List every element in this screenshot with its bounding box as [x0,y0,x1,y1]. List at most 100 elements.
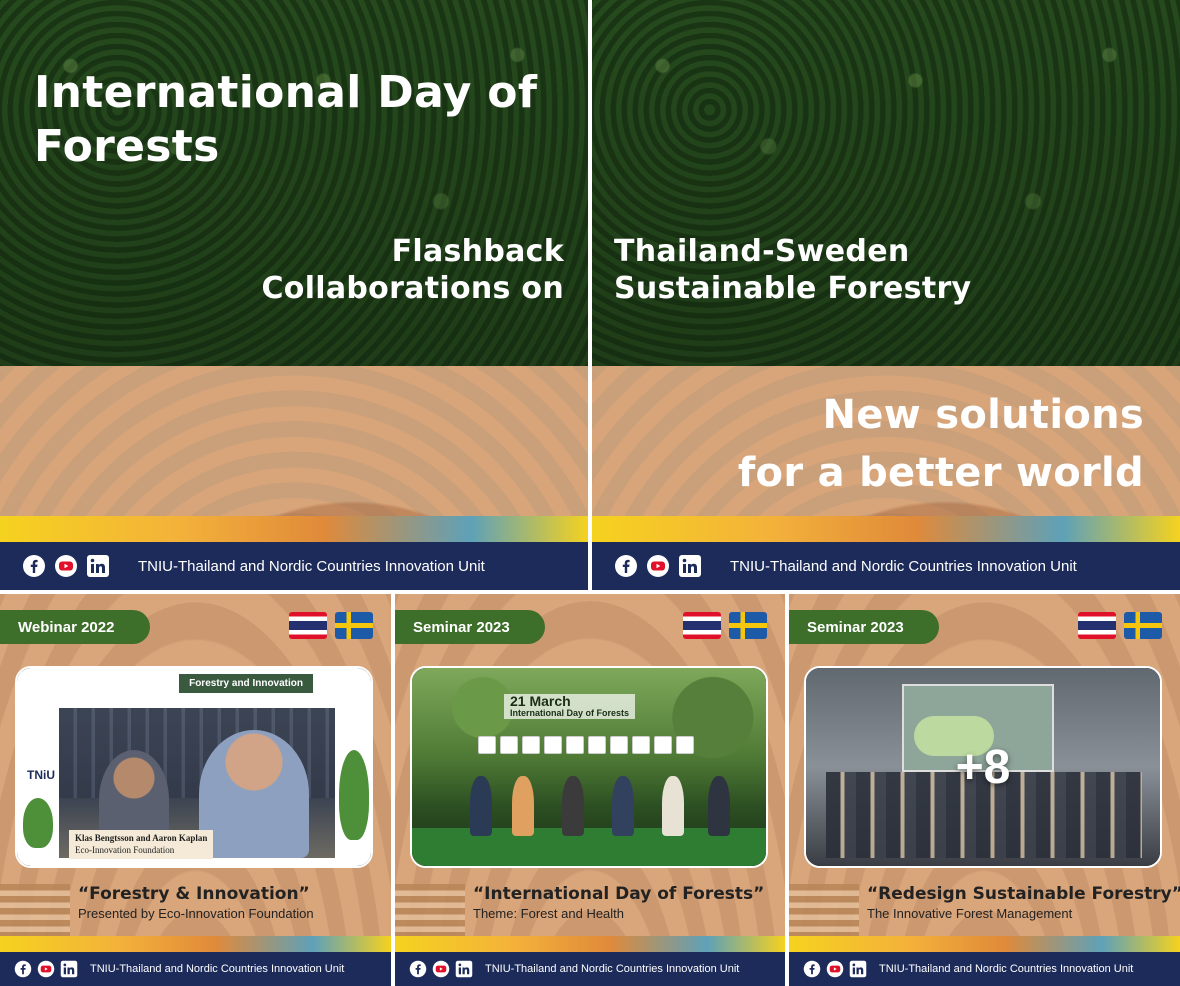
sponsor-logo [676,736,694,754]
card-subtitle: The Innovative Forest Management [867,906,1073,921]
tagline: New solutions for a better world [604,386,1144,502]
footer-bar: TNIU-Thailand and Nordic Countries Innov… [0,542,588,590]
org-name: TNIU-Thailand and Nordic Countries Innov… [730,557,1077,575]
youtube-icon[interactable] [37,960,55,978]
sweden-flag-icon [1124,612,1162,639]
speaker-org: Eco-Innovation Foundation [75,844,175,855]
org-name: TNIU-Thailand and Nordic Countries Innov… [138,557,485,575]
event-badge: Seminar 2023 [789,610,939,644]
facebook-icon[interactable] [409,960,427,978]
linkedin-icon[interactable] [678,554,702,578]
more-photos-count[interactable]: +8 [806,668,1160,866]
event-photo[interactable]: +8 [804,666,1162,868]
wood-slice-image [0,366,588,516]
thailand-sweden-heading: Thailand-Sweden Sustainable Forestry [614,234,1154,307]
thailand-flag-icon [289,612,327,639]
tagline-line-1: New solutions [822,392,1144,438]
card-title: “International Day of Forests” [473,884,765,904]
event-card-seminar-2023-idf[interactable]: Seminar 2023 21 March International Day … [395,594,785,986]
tree-icon [23,798,53,848]
color-strip [592,516,1180,542]
cover-panel-right: Thailand-Sweden Sustainable Forestry New… [592,0,1180,590]
social-links [14,960,78,978]
sponsor-logo [632,736,650,754]
social-links [803,960,867,978]
subtitle-line-2: Sustainable Forestry [614,270,972,306]
banner-date: 21 March [510,693,571,709]
panelist [470,776,492,836]
org-name: TNIU-Thailand and Nordic Countries Innov… [485,963,740,975]
event-card-webinar-2022[interactable]: Webinar 2022 TNiU Forestry and Innovatio… [0,594,391,986]
youtube-icon[interactable] [646,554,670,578]
social-links [22,554,110,578]
flags [1078,612,1162,639]
subtitle-line-1: Thailand-Sweden [614,234,910,269]
tniu-logo: TNiU [27,768,55,782]
footer-bar: TNIU-Thailand and Nordic Countries Innov… [395,952,785,986]
sponsor-logo [500,736,518,754]
org-name: TNIU-Thailand and Nordic Countries Innov… [879,963,1134,975]
facebook-icon[interactable] [22,554,46,578]
youtube-icon[interactable] [432,960,450,978]
stage-banner: 21 March International Day of Forests [504,693,636,720]
main-title: International Day of Forests [34,67,538,172]
footer-bar: TNIU-Thailand and Nordic Countries Innov… [592,542,1180,590]
linkedin-icon[interactable] [849,960,867,978]
thailand-flag-icon [1078,612,1116,639]
color-strip [395,936,785,952]
flashback-line-1: Flashback [391,234,564,269]
flags [683,612,767,639]
linkedin-icon[interactable] [86,554,110,578]
social-links [409,960,473,978]
sweden-flag-icon [729,612,767,639]
card-subtitle: Theme: Forest and Health [473,906,625,921]
panelist [512,776,534,836]
youtube-icon[interactable] [826,960,844,978]
facebook-icon[interactable] [614,554,638,578]
org-name: TNIU-Thailand and Nordic Countries Innov… [90,963,345,975]
banner-event: International Day of Forests [510,708,630,719]
flags [289,612,373,639]
color-strip [0,516,588,542]
footer-bar: TNIU-Thailand and Nordic Countries Innov… [0,952,391,986]
event-badge: Webinar 2022 [0,610,150,644]
sponsor-logo [522,736,540,754]
tree-icon [339,750,369,840]
speaker-names: Klas Bengtsson and Aaron Kaplan [75,833,208,843]
social-links [614,554,702,578]
panelist [612,776,634,836]
panelist [708,776,730,836]
name-plate: Klas Bengtsson and Aaron Kaplan Eco-Inno… [69,830,214,860]
card-title: “Redesign Sustainable Forestry” [867,884,1180,904]
event-card-seminar-2023-redesign[interactable]: Seminar 2023 +8 “Redesign Sustainable Fo… [789,594,1180,986]
card-subtitle: Presented by Eco-Innovation Foundation [78,906,314,921]
sponsor-logo [566,736,584,754]
tagline-line-2: for a better world [737,450,1144,496]
cover-panel-left: International Day of Forests Flashback C… [0,0,588,590]
flashback-heading: Flashback Collaborations on [44,234,564,307]
color-strip [0,936,391,952]
event-photo[interactable]: TNiU Forestry and Innovation Klas Bengts… [15,666,373,868]
card-title: “Forestry & Innovation” [78,884,310,904]
forest-canopy-image [0,0,588,366]
thailand-flag-icon [683,612,721,639]
facebook-icon[interactable] [14,960,32,978]
sponsor-logo [588,736,606,754]
event-badge: Seminar 2023 [395,610,545,644]
facebook-icon[interactable] [803,960,821,978]
webinar-banner: Forestry and Innovation [179,674,313,693]
sponsor-logo [544,736,562,754]
color-strip [789,936,1180,952]
linkedin-icon[interactable] [60,960,78,978]
speaker-2 [199,730,309,858]
sponsor-logos [478,736,694,754]
sweden-flag-icon [335,612,373,639]
event-photo[interactable]: 21 March International Day of Forests [410,666,768,868]
youtube-icon[interactable] [54,554,78,578]
footer-bar: TNIU-Thailand and Nordic Countries Innov… [789,952,1180,986]
linkedin-icon[interactable] [455,960,473,978]
forest-canopy-image [592,0,1180,366]
sponsor-logo [610,736,628,754]
flashback-line-2: Collaborations on [261,270,564,306]
panelist [562,776,584,836]
